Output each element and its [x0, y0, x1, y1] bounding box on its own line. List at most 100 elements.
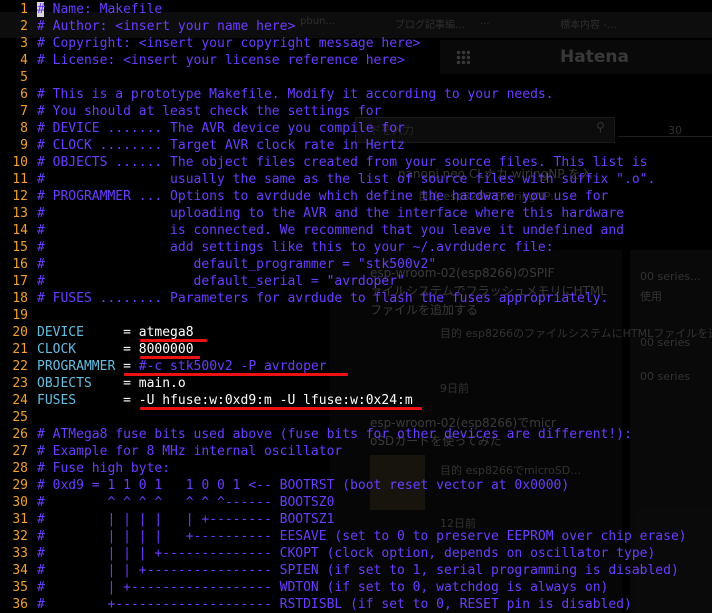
editor-line[interactable]: 5	[0, 69, 712, 86]
makefile-editor[interactable]: 1 # Name: Makefile 2 # Author: <insert your…	[0, 1, 712, 613]
editor-line[interactable]: 28 # Fuse high byte:	[0, 460, 712, 477]
line-number: 7	[20, 104, 28, 119]
editor-line[interactable]: 26 # ATMega8 fuse bits used above (fuse b…	[0, 426, 712, 443]
variable-name: OBJECTS	[37, 376, 124, 391]
line-number: 5	[20, 70, 28, 85]
line-number: 12	[12, 189, 28, 204]
line-number: 36	[12, 597, 28, 612]
comment-line: # OBJECTS ...... The object files create…	[37, 155, 648, 170]
editor-line[interactable]: 15 # add settings like this to your ~/.av…	[0, 239, 712, 256]
assignment-operator: =	[123, 376, 139, 391]
editor-line[interactable]: 4 # License: <insert your license referen…	[0, 52, 712, 69]
variable-name: CLOCK	[37, 342, 124, 357]
editor-line[interactable]: 17 # default_serial = "avrdoper"	[0, 273, 712, 290]
editor-line[interactable]: 32 # | | | | +---------- EESAVE (set to 0…	[0, 528, 712, 545]
assignment-operator: =	[123, 342, 139, 357]
terminal-window: pbun... ブログ記事編… ... 標本内容 -… Hatena ドを入力 …	[0, 0, 712, 613]
variable-assignment: OBJECTS = main.o	[37, 375, 186, 392]
editor-line[interactable]: 11 # usually the same as the list of sour…	[0, 171, 712, 188]
assignment-operator: =	[123, 393, 139, 408]
variable-name: DEVICE	[37, 325, 124, 340]
comment-line: # Example for 8 MHz internal oscillator	[37, 444, 343, 459]
line-number: 8	[20, 121, 28, 136]
device-value-underline	[140, 339, 207, 342]
fuses-value-underline	[140, 407, 422, 410]
editor-line[interactable]: 19	[0, 307, 712, 324]
editor-line[interactable]: 34 # | | +---------------- SPIEN (if set …	[0, 562, 712, 579]
editor-line[interactable]: 13 # uploading to the AVR and the interfa…	[0, 205, 712, 222]
comment-line: # | | +---------------- SPIEN (if set to…	[37, 563, 679, 578]
programmer-value-underline	[124, 373, 348, 376]
comment-line: # usually the same as the list of source…	[37, 172, 656, 187]
comment-line: # You should at least check the settings…	[37, 104, 382, 119]
editor-line[interactable]: 2 # Author: <insert your name here>	[0, 18, 712, 35]
comment-line: # License: <insert your license referenc…	[37, 53, 405, 68]
comment-line: # CLOCK ........ Target AVR clock rate i…	[37, 138, 405, 153]
editor-line[interactable]: 9 # CLOCK ........ Target AVR clock rate …	[0, 137, 712, 154]
editor-line[interactable]: 29 # 0xd9 = 1 1 0 1 1 0 0 1 <-- BOOTRST (…	[0, 477, 712, 494]
line-number: 11	[12, 172, 28, 187]
comment-line: # uploading to the AVR and the interface…	[37, 206, 624, 221]
editor-line[interactable]: 33 # | | | +-------------- CKOPT (clock o…	[0, 545, 712, 562]
variable-value: #-c stk500v2 -P avrdoper	[138, 359, 327, 374]
comment-line: # 0xd9 = 1 1 0 1 1 0 0 1 <-- BOOTRST (bo…	[37, 478, 570, 493]
editor-line[interactable]: 35 # | +------------------ WDTON (if set …	[0, 579, 712, 596]
line-number: 17	[12, 274, 28, 289]
comment-line: # ^ ^ ^ ^ ^ ^ ^------ BOOTSZ0	[37, 495, 335, 510]
editor-line[interactable]: 10 # OBJECTS ...... The object files crea…	[0, 154, 712, 171]
comment-line: # is connected. We recommend that you le…	[37, 223, 624, 238]
line-number: 18	[12, 291, 28, 306]
editor-line[interactable]: 1 # Name: Makefile	[0, 1, 712, 18]
line-number: 30	[12, 495, 28, 510]
comment-line: # | | | | +---------- EESAVE (set to 0 t…	[37, 529, 687, 544]
comment-line: # ATMega8 fuse bits used above (fuse bit…	[37, 427, 632, 442]
line-number: 19	[12, 308, 28, 323]
editor-line[interactable]: 12 # PROGRAMMER ... Options to avrdude wh…	[0, 188, 712, 205]
comment-line: # default_programmer = "stk500v2"	[37, 257, 437, 272]
variable-name: FUSES	[37, 393, 124, 408]
comment-line: # DEVICE ....... The AVR device you comp…	[37, 121, 405, 136]
clock-value-underline	[140, 356, 200, 359]
editor-line[interactable]: 25	[0, 409, 712, 426]
editor-line[interactable]: 30 # ^ ^ ^ ^ ^ ^ ^------ BOOTSZ0	[0, 494, 712, 511]
comment-line: # Fuse high byte:	[37, 461, 171, 476]
line-number: 32	[12, 529, 28, 544]
editor-line[interactable]: 21 CLOCK = 8000000	[0, 341, 712, 358]
line-number: 16	[12, 257, 28, 272]
editor-line[interactable]: 20 DEVICE = atmega8	[0, 324, 712, 341]
assignment-operator: =	[123, 325, 139, 340]
comment-line: # add settings like this to your ~/.avrd…	[37, 240, 554, 255]
comment-line: # Author: <insert your name here>	[37, 19, 296, 34]
line-number: 29	[12, 478, 28, 493]
comment-line: # Name: Makefile	[37, 2, 163, 17]
editor-line[interactable]: 36 # +-------------------- RSTDISBL (if s…	[0, 596, 712, 613]
line-number: 22	[12, 359, 28, 374]
line-number: 1	[20, 2, 28, 17]
line-number: 23	[12, 376, 28, 391]
line-number: 13	[12, 206, 28, 221]
editor-line[interactable]: 14 # is connected. We recommend that you …	[0, 222, 712, 239]
editor-line[interactable]: 23 OBJECTS = main.o	[0, 375, 712, 392]
line-number: 14	[12, 223, 28, 238]
comment-line: # FUSES ........ Parameters for avrdude …	[37, 291, 609, 306]
editor-line[interactable]: 16 # default_programmer = "stk500v2"	[0, 256, 712, 273]
editor-line[interactable]: 7 # You should at least check the setting…	[0, 103, 712, 120]
editor-line[interactable]: 22 PROGRAMMER = #-c stk500v2 -P avrdoper	[0, 358, 712, 375]
line-number: 3	[20, 36, 28, 51]
line-number: 31	[12, 512, 28, 527]
line-number: 10	[12, 155, 28, 170]
editor-line[interactable]: 6 # This is a prototype Makefile. Modify …	[0, 86, 712, 103]
comment-line: # default_serial = "avrdoper"	[37, 274, 405, 289]
line-number: 27	[12, 444, 28, 459]
editor-line[interactable]: 27 # Example for 8 MHz internal oscillato…	[0, 443, 712, 460]
editor-line[interactable]: 31 # | | | | | +-------- BOOTSZ1	[0, 511, 712, 528]
comment-line: # PROGRAMMER ... Options to avrdude whic…	[37, 189, 609, 204]
editor-line[interactable]: 8 # DEVICE ....... The AVR device you com…	[0, 120, 712, 137]
comment-line: # | | | | | +-------- BOOTSZ1	[37, 512, 335, 527]
editor-line[interactable]: 18 # FUSES ........ Parameters for avrdud…	[0, 290, 712, 307]
comment-line: # | | | +-------------- CKOPT (clock opt…	[37, 546, 656, 561]
line-number: 26	[12, 427, 28, 442]
line-number: 28	[12, 461, 28, 476]
variable-value: 8000000	[138, 342, 194, 357]
editor-line[interactable]: 3 # Copyright: <insert your copyright mes…	[0, 35, 712, 52]
